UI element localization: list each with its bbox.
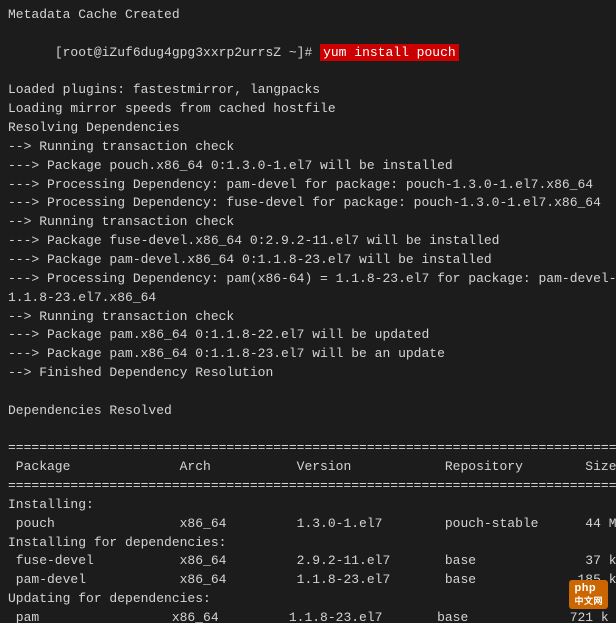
line-loading-mirror: Loading mirror speeds from cached hostfi… <box>8 100 608 119</box>
line-pam-devel-row: pam-devel x86_64 1.1.8-23.el7 base 185 k <box>8 571 608 590</box>
line-table-header: Package Arch Version Repository Size <box>8 458 608 477</box>
line-command: [root@iZuf6dug4gpg3xxrp2urrsZ ~]# yum in… <box>8 25 608 82</box>
line-resolving: Resolving Dependencies <box>8 119 608 138</box>
line-fuse-dep: ---> Processing Dependency: fuse-devel f… <box>8 194 608 213</box>
line-pouch-row: pouch x86_64 1.3.0-1.el7 pouch-stable 44… <box>8 515 608 534</box>
line-blank1 <box>8 383 608 402</box>
line-run-check3: --> Running transaction check <box>8 308 608 327</box>
line-sep2: ========================================… <box>8 477 608 496</box>
command-text: yum install pouch <box>320 44 459 61</box>
line-pam-version: 1.1.8-23.el7.x86_64 <box>8 289 608 308</box>
line-run-check2: --> Running transaction check <box>8 213 608 232</box>
line-deps-resolved: Dependencies Resolved <box>8 402 608 421</box>
line-fuse-devel-install: ---> Package fuse-devel.x86_64 0:2.9.2-1… <box>8 232 608 251</box>
line-pam-update2: ---> Package pam.x86_64 0:1.1.8-23.el7 w… <box>8 345 608 364</box>
line-blank2 <box>8 421 608 440</box>
watermark-main: php <box>574 582 596 594</box>
watermark-sub: 中文网 <box>574 594 603 607</box>
line-pam-devel-install: ---> Package pam-devel.x86_64 0:1.1.8-23… <box>8 251 608 270</box>
line-sep1: ========================================… <box>8 439 608 458</box>
line-pam-dep: ---> Processing Dependency: pam-devel fo… <box>8 176 608 195</box>
terminal-output: Metadata Cache Created [root@iZuf6dug4gp… <box>8 6 608 623</box>
line-run-check1: --> Running transaction check <box>8 138 608 157</box>
line-loaded-plugins: Loaded plugins: fastestmirror, langpacks <box>8 81 608 100</box>
watermark-badge: php 中文网 <box>569 580 608 609</box>
line-pouch-install: ---> Package pouch.x86_64 0:1.3.0-1.el7 … <box>8 157 608 176</box>
line-pam-dep2: ---> Processing Dependency: pam(x86-64) … <box>8 270 608 289</box>
line-fuse-devel-row: fuse-devel x86_64 2.9.2-11.el7 base 37 k <box>8 552 608 571</box>
line-metadata: Metadata Cache Created <box>8 6 608 25</box>
line-pam-update: ---> Package pam.x86_64 0:1.1.8-22.el7 w… <box>8 326 608 345</box>
line-pam-row: pam x86_64 1.1.8-23.el7 base 721 k <box>8 609 608 623</box>
line-finished-dep: --> Finished Dependency Resolution <box>8 364 608 383</box>
line-updating-deps-label: Updating for dependencies: <box>8 590 608 609</box>
line-installing-label: Installing: <box>8 496 608 515</box>
prompt-text: [root@iZuf6dug4gpg3xxrp2urrsZ ~]# <box>55 45 320 60</box>
terminal-window: Metadata Cache Created [root@iZuf6dug4gp… <box>0 0 616 623</box>
line-installing-deps-label: Installing for dependencies: <box>8 534 608 553</box>
